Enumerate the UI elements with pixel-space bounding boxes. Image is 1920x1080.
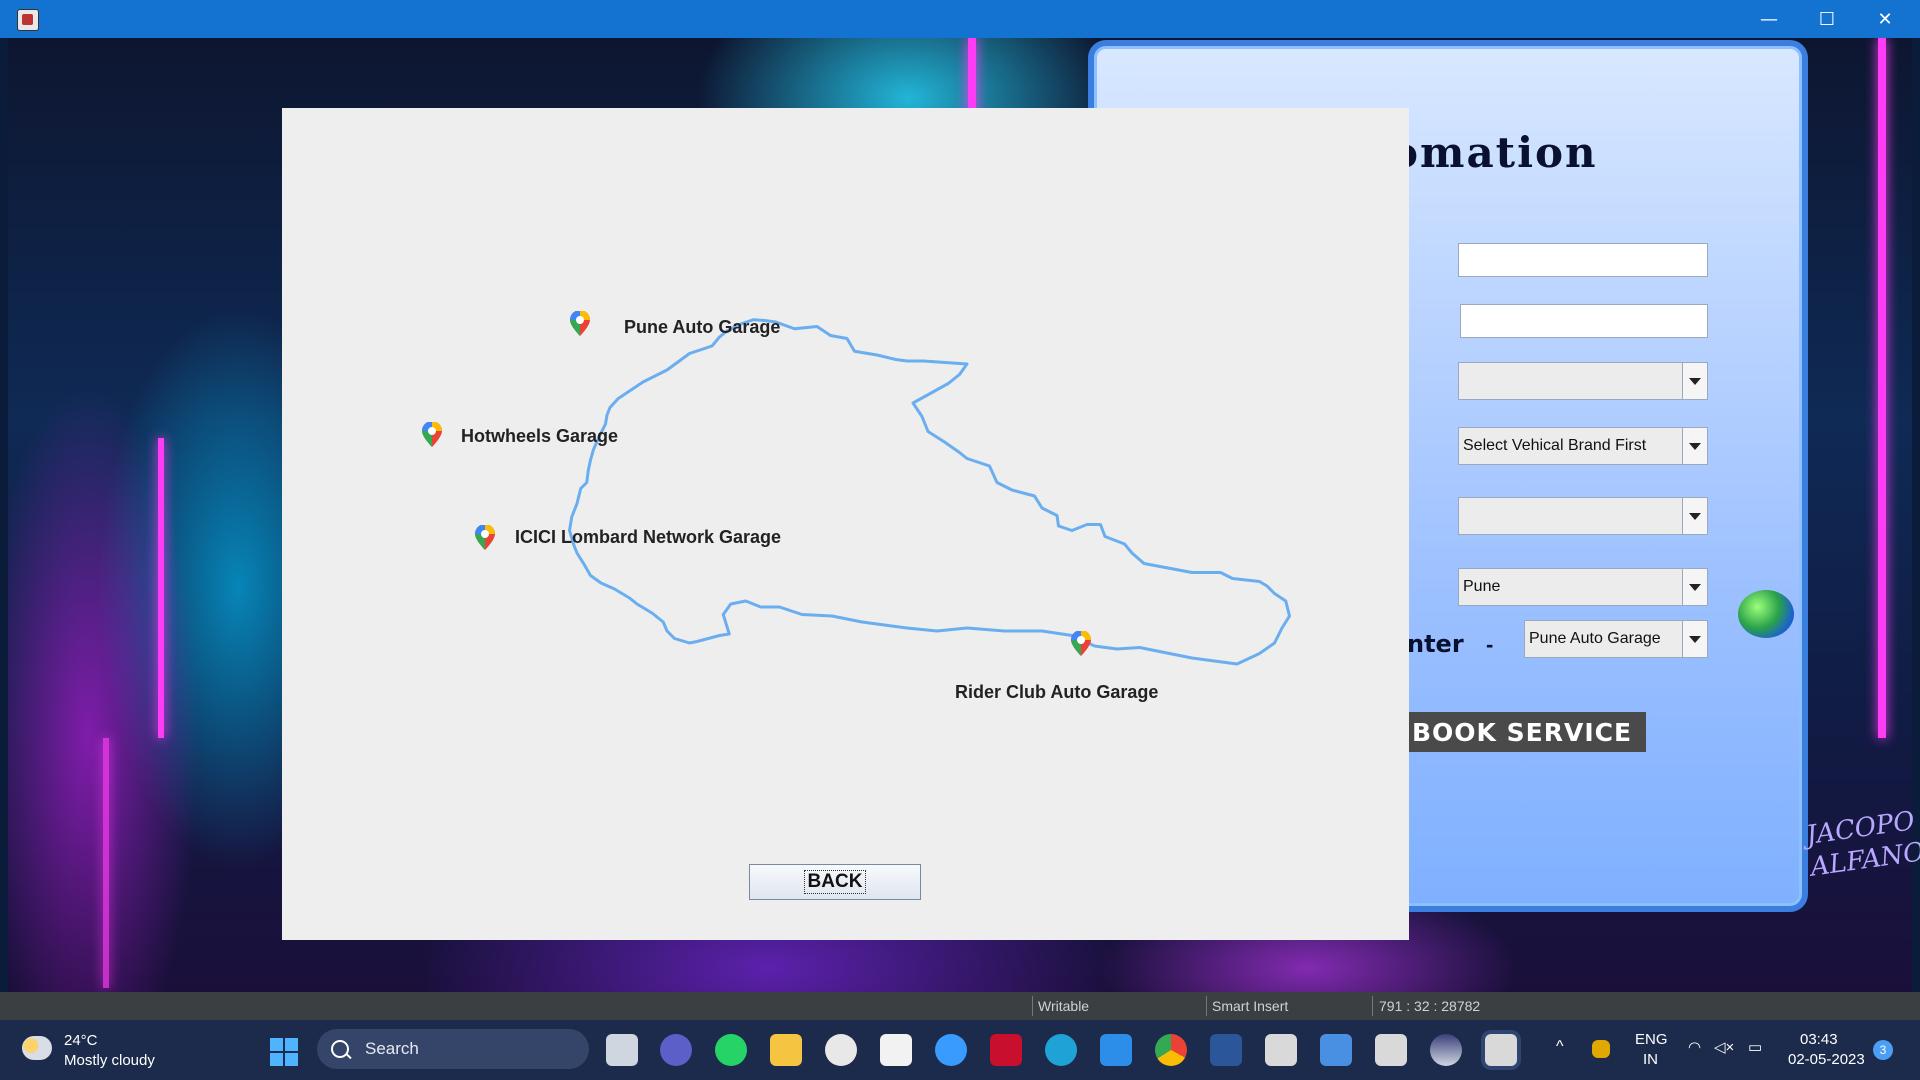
speaker-muted-icon[interactable]: ◁×: [1714, 1038, 1734, 1056]
close-button[interactable]: ✕: [1856, 0, 1914, 38]
status-insert: Smart Insert: [1212, 998, 1289, 1014]
language-bottom[interactable]: IN: [1643, 1051, 1658, 1068]
whatsapp-icon[interactable]: [715, 1034, 747, 1066]
service-center-value: Pune Auto Garage: [1529, 630, 1661, 647]
chevron-down-icon[interactable]: [1682, 569, 1707, 605]
active-java-app-icon[interactable]: [1485, 1034, 1517, 1066]
map-pin-icon[interactable]: [473, 524, 497, 551]
taskbar: 24°C Mostly cloudy Search ^ ENG IN ◠ ◁× …: [0, 1020, 1920, 1080]
help-icon[interactable]: [935, 1034, 967, 1066]
status-separator: [1032, 996, 1033, 1016]
status-mode: Writable: [1038, 998, 1090, 1014]
name-field[interactable]: [1458, 243, 1708, 277]
chat-icon[interactable]: [660, 1034, 692, 1066]
garage-label: ICICI Lombard Network Garage: [515, 527, 782, 547]
chevron-down-icon[interactable]: [1682, 621, 1707, 657]
back-button-label: BACK: [803, 870, 867, 894]
contact-field[interactable]: [1460, 304, 1708, 338]
clock-date[interactable]: 02-05-2023: [1788, 1051, 1865, 1068]
status-separator: [1206, 996, 1207, 1016]
task-view-icon[interactable]: [606, 1034, 638, 1066]
vehicle-model-value: Select Vehical Brand First: [1463, 437, 1647, 454]
editor-statusbar: Writable Smart Insert 791 : 32 : 28782: [0, 992, 1920, 1020]
battery-icon[interactable]: ▭: [1748, 1038, 1762, 1056]
chevron-down-icon[interactable]: [1682, 428, 1707, 464]
map-pin-icon[interactable]: [1069, 630, 1093, 657]
city-combo[interactable]: Pune: [1458, 568, 1708, 606]
tray-app-icon[interactable]: [1592, 1040, 1610, 1058]
store-icon[interactable]: [880, 1034, 912, 1066]
minimize-button[interactable]: —: [1740, 0, 1798, 38]
neon-strip: [1878, 38, 1886, 738]
garage-map-dialog: Pune Auto Garage Hotwheels Garage ICICI …: [282, 108, 1409, 940]
taskbar-search[interactable]: Search: [317, 1029, 589, 1069]
photos-icon[interactable]: [1100, 1034, 1132, 1066]
panel-title: omation: [1390, 128, 1598, 177]
java-app-icon[interactable]: [1375, 1034, 1407, 1066]
chrome-icon[interactable]: [1155, 1034, 1187, 1066]
maximize-button[interactable]: ☐: [1798, 0, 1856, 38]
search-label: Search: [365, 1039, 419, 1058]
book-service-button[interactable]: BOOK SERVICE: [1400, 712, 1646, 752]
word-icon[interactable]: [1210, 1034, 1242, 1066]
label-dash: -: [1486, 632, 1494, 657]
map-pin-icon[interactable]: [568, 310, 592, 337]
weather-temp[interactable]: 24°C: [64, 1032, 98, 1049]
chevron-down-icon[interactable]: [1682, 363, 1707, 399]
garage-label: Rider Club Auto Garage: [955, 682, 1159, 702]
notification-badge[interactable]: 3: [1873, 1040, 1893, 1060]
status-separator: [1372, 996, 1373, 1016]
eclipse-icon[interactable]: [1430, 1034, 1462, 1066]
service-type-combo[interactable]: [1458, 497, 1708, 535]
service-center-combo[interactable]: Pune Auto Garage: [1524, 620, 1708, 658]
vehicle-model-combo[interactable]: Select Vehical Brand First: [1458, 427, 1708, 465]
garage-label: Pune Auto Garage: [624, 317, 781, 337]
neon-strip: [158, 438, 164, 738]
edge-icon[interactable]: [1045, 1034, 1077, 1066]
back-button[interactable]: BACK: [749, 864, 921, 900]
language-top[interactable]: ENG: [1635, 1031, 1668, 1048]
globe-icon: [1738, 590, 1794, 638]
mcafee-icon[interactable]: [990, 1034, 1022, 1066]
vehicle-brand-combo[interactable]: [1458, 362, 1708, 400]
wifi-icon[interactable]: ◠: [1688, 1038, 1701, 1056]
weather-icon[interactable]: [22, 1036, 52, 1060]
district-map-outline: [568, 318, 1291, 666]
weather-desc[interactable]: Mostly cloudy: [64, 1052, 155, 1069]
file-explorer-icon[interactable]: [770, 1034, 802, 1066]
service-center-label: nter: [1407, 630, 1464, 658]
chevron-down-icon[interactable]: [1682, 498, 1707, 534]
garage-label: Hotwheels Garage: [461, 426, 619, 446]
neon-strip: [103, 738, 109, 988]
search-icon: [331, 1040, 349, 1058]
map-pin-icon[interactable]: [420, 421, 444, 448]
status-position: 791 : 32 : 28782: [1379, 998, 1481, 1014]
notepad-icon[interactable]: [1320, 1034, 1352, 1066]
chevron-up-icon[interactable]: ^: [1556, 1038, 1564, 1056]
app-icon[interactable]: [825, 1034, 857, 1066]
java-app-icon[interactable]: [1265, 1034, 1297, 1066]
window-titlebar: — ☐ ✕: [0, 0, 1920, 38]
city-value: Pune: [1463, 578, 1501, 595]
clock-time[interactable]: 03:43: [1800, 1031, 1838, 1048]
app-icon: [17, 9, 39, 31]
windows-start-icon[interactable]: [270, 1038, 298, 1066]
